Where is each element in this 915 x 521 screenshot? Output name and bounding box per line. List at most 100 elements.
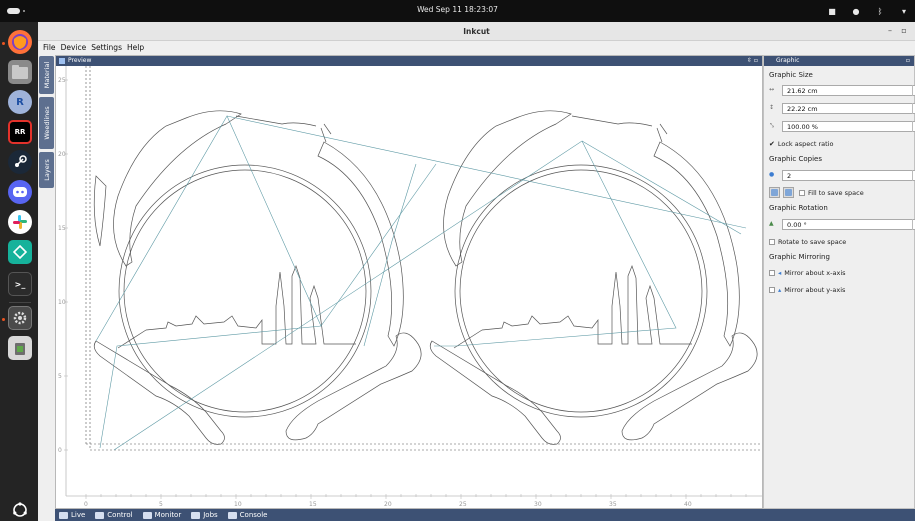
tab-weedlines[interactable]: Weedlines <box>39 97 54 149</box>
mirror-y-checkbox[interactable] <box>769 287 775 293</box>
tab-jobs[interactable]: Jobs <box>191 511 218 519</box>
x-tick-label: 10 <box>234 501 242 508</box>
width-input[interactable]: 21.62 cm <box>782 85 915 96</box>
remove-copy-button[interactable] <box>783 187 794 198</box>
add-copy-button[interactable] <box>769 187 780 198</box>
rotation-input[interactable]: 0.00 ° <box>782 219 915 230</box>
menu-settings[interactable]: Settings <box>91 43 122 52</box>
mirror-y-row[interactable]: ▴ Mirror about y-axis <box>769 285 845 295</box>
graphic-panel: Graphic ▫ Graphic Size ↔ 21.62 cm ↕ 22.2… <box>763 55 915 509</box>
lock-aspect-check-icon[interactable]: ✔ <box>769 140 775 148</box>
x-tick-label: 35 <box>609 501 617 508</box>
sync-icon[interactable] <box>8 240 32 264</box>
menu-file[interactable]: File <box>43 43 56 52</box>
slack-icon[interactable] <box>8 210 32 234</box>
preview-title: Preview <box>68 57 92 64</box>
graphic-header: Graphic ▫ <box>764 56 914 66</box>
x-tick-label: 30 <box>534 501 542 508</box>
terminal-icon[interactable]: >_ <box>8 272 32 296</box>
tab-live-label: Live <box>71 511 86 519</box>
running-indicator <box>2 318 5 321</box>
trash-icon[interactable] <box>8 336 32 360</box>
menu-device[interactable]: Device <box>61 43 87 52</box>
y-tick-label: 0 <box>58 447 62 454</box>
mirror-x-label: Mirror about x-axis <box>784 269 846 277</box>
height-field: ↕ 22.22 cm <box>769 103 915 114</box>
graphic-rotation-heading: Graphic Rotation <box>769 204 828 212</box>
graphic-copy-2[interactable] <box>429 110 758 445</box>
discord-icon[interactable] <box>8 180 32 204</box>
preview-icon <box>59 58 65 64</box>
tab-jobs-label: Jobs <box>203 511 218 519</box>
height-icon: ↕ <box>769 104 775 111</box>
copies-field: ● 2 <box>769 170 915 181</box>
rotation-field: ▲ 0.00 ° <box>769 219 915 230</box>
shield-icon[interactable]: ● <box>851 6 861 16</box>
r-icon[interactable]: R <box>8 90 32 114</box>
height-input[interactable]: 22.22 cm <box>782 103 915 114</box>
rotate-save-label: Rotate to save space <box>778 238 847 246</box>
rotate-save-checkbox[interactable] <box>769 239 775 245</box>
copy-stack-icon <box>785 189 792 196</box>
window-titlebar[interactable]: Inkcut – ▫ <box>38 22 915 41</box>
tab-layers-label: Layers <box>42 159 51 181</box>
graphic-mirroring-heading: Graphic Mirroring <box>769 253 830 261</box>
tab-monitor-label: Monitor <box>154 511 182 519</box>
window-title: Inkcut <box>463 27 490 36</box>
dock-separator <box>9 302 31 303</box>
steam-icon[interactable] <box>8 150 32 174</box>
scale-icon: ⤡ <box>769 122 774 129</box>
wifi-sound-power-icon[interactable]: ▾ <box>899 6 909 16</box>
y-tick-label: 25 <box>58 77 66 84</box>
gamepad-icon[interactable]: ■ <box>827 6 837 16</box>
x-tick-label: 20 <box>384 501 392 508</box>
bluetooth-icon[interactable]: ᛒ <box>875 6 885 16</box>
graphic-copies-heading: Graphic Copies <box>769 155 823 163</box>
fill-checkbox[interactable] <box>799 190 805 196</box>
maximize-icon[interactable]: ▫ <box>899 26 909 36</box>
tab-material[interactable]: Material <box>39 56 54 94</box>
tab-console[interactable]: Console <box>227 511 267 519</box>
files-icon[interactable] <box>8 60 32 84</box>
ubuntu-icon[interactable] <box>8 498 32 521</box>
y-tick-label: 10 <box>58 299 66 306</box>
mirror-x-icon: ◂ <box>778 269 782 277</box>
rotate-save-row[interactable]: Rotate to save space <box>769 237 846 247</box>
mirror-y-icon: ▴ <box>778 286 782 294</box>
tab-layers[interactable]: Layers <box>39 152 54 188</box>
mirror-x-row[interactable]: ◂ Mirror about x-axis <box>769 268 846 278</box>
copy-icon <box>771 189 778 196</box>
system-top-bar: Wed Sep 11 18:23:07 ■ ● ᛒ ▾ <box>0 0 915 22</box>
x-tick-label: 25 <box>459 501 467 508</box>
scale-input[interactable]: 100.00 % <box>782 121 915 132</box>
tab-live[interactable]: Live <box>59 511 85 519</box>
clock[interactable]: Wed Sep 11 18:23:07 <box>0 5 915 14</box>
graphic-size-heading: Graphic Size <box>769 71 813 79</box>
minimize-icon[interactable]: – <box>885 26 895 36</box>
tab-monitor[interactable]: Monitor <box>142 511 182 519</box>
running-indicator <box>2 42 5 45</box>
x-tick-label: 15 <box>309 501 317 508</box>
graphic-copy-1[interactable] <box>93 110 422 445</box>
fill-to-save-row[interactable]: Fill to save space <box>799 188 864 198</box>
panel-float-icon[interactable]: ▫ <box>906 56 910 66</box>
tab-control[interactable]: Control <box>95 511 133 519</box>
copies-input[interactable]: 2 <box>782 170 915 181</box>
menu-help[interactable]: Help <box>127 43 144 52</box>
control-icon <box>95 511 105 519</box>
panel-float-close-icon[interactable]: ⇳ ▫ <box>747 56 758 66</box>
settings-icon[interactable] <box>8 306 32 330</box>
y-tick-label: 20 <box>58 151 66 158</box>
firefox-icon[interactable] <box>8 30 32 54</box>
mirror-x-checkbox[interactable] <box>769 270 775 276</box>
lock-aspect-row[interactable]: ✔ Lock aspect ratio <box>769 139 833 149</box>
side-tabs: Material Weedlines Layers <box>38 54 55 214</box>
monitor-icon <box>142 511 152 519</box>
system-tray[interactable]: ■ ● ᛒ ▾ <box>827 4 909 18</box>
scale-field: ⤡ 100.00 % <box>769 121 915 132</box>
rustrover-icon[interactable]: RR <box>8 120 32 144</box>
console-icon <box>227 511 237 519</box>
fill-label: Fill to save space <box>808 189 864 197</box>
x-tick-label: 40 <box>684 501 692 508</box>
preview-canvas[interactable]: 25 20 15 10 5 0 0 5 10 15 20 25 30 35 40 <box>56 66 762 508</box>
